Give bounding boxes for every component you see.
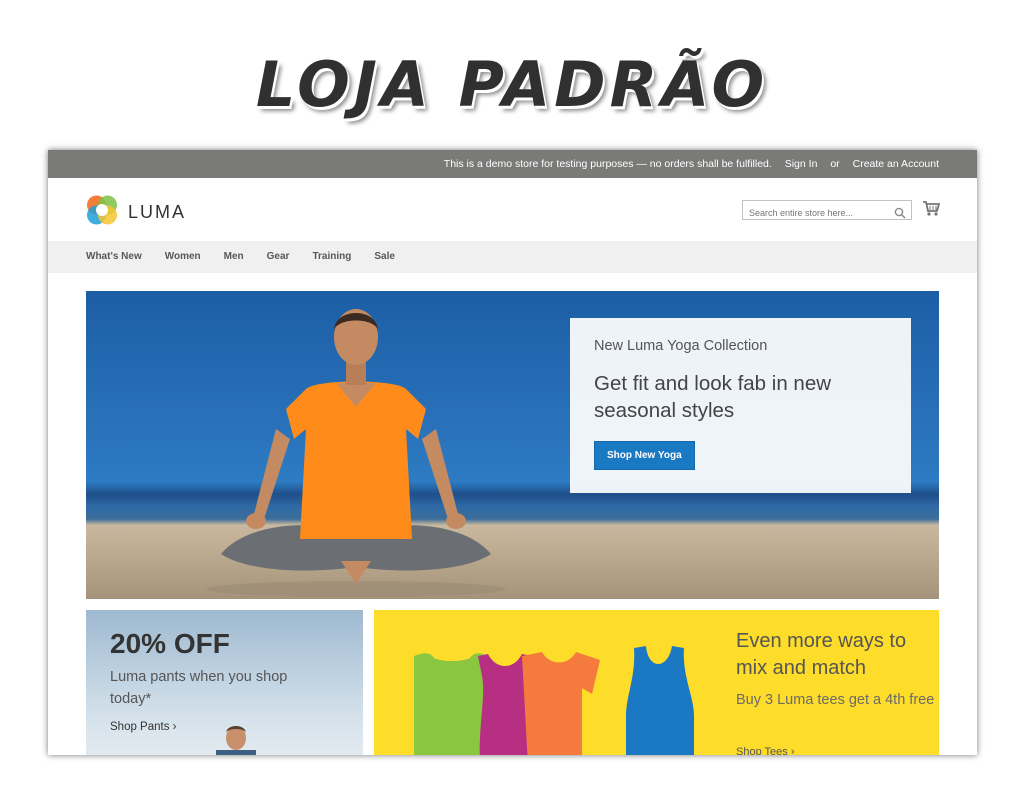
nav-item-gear[interactable]: Gear (267, 241, 290, 273)
promo-discount-headline: 20% OFF (110, 628, 230, 659)
shop-tees-link[interactable]: Shop Tees › (736, 746, 795, 755)
page-title: LOJA PADRÃO (255, 48, 769, 121)
promo-pants-text: Luma pants when you shop today* (110, 669, 288, 707)
search-input[interactable] (743, 204, 889, 222)
main-navigation: What's New Women Men Gear Training Sale (48, 241, 977, 273)
demo-notice-text: This is a demo store for testing purpose… (443, 158, 772, 170)
nav-item-sale[interactable]: Sale (374, 241, 395, 273)
hero-content-box: New Luma Yoga Collection Get fit and loo… (570, 318, 911, 493)
sign-in-link[interactable]: Sign In (785, 158, 818, 170)
nav-item-men[interactable]: Men (224, 241, 244, 273)
hero-headline: Get fit and look fab in new seasonal sty… (594, 372, 832, 422)
shop-new-yoga-button[interactable]: Shop New Yoga (594, 441, 695, 470)
create-account-link[interactable]: Create an Account (853, 158, 939, 170)
nav-item-whats-new[interactable]: What's New (86, 241, 142, 273)
promo-tees-text: Buy 3 Luma tees get a 4th free (736, 692, 935, 708)
promo-person-image (216, 726, 256, 755)
or-text: or (830, 158, 840, 170)
store-logo[interactable]: LUMA (86, 194, 186, 230)
hero-yoga-image (206, 309, 506, 597)
pants-promo-banner[interactable]: 20% OFF Luma pants when you shop today* … (86, 610, 363, 755)
shop-pants-link[interactable]: Shop Pants › (110, 721, 176, 733)
store-screenshot: This is a demo store for testing purpose… (48, 150, 977, 755)
demo-notice-bar: This is a demo store for testing purpose… (48, 150, 977, 178)
nav-item-training[interactable]: Training (312, 241, 351, 273)
store-header: LUMA (48, 178, 977, 241)
search-box (742, 200, 912, 223)
logo-text: LUMA (128, 201, 187, 222)
tees-promo-banner[interactable]: Even more ways to mix and match Buy 3 Lu… (374, 610, 939, 755)
hero-banner[interactable]: New Luma Yoga Collection Get fit and loo… (86, 291, 939, 599)
promo-tees-headline: Even more ways to mix and match (736, 630, 907, 679)
search-icon[interactable] (894, 204, 906, 223)
nav-item-women[interactable]: Women (165, 241, 201, 273)
promo-shirts-image (414, 646, 694, 755)
luma-logo-icon (86, 194, 118, 230)
hero-subtitle: New Luma Yoga Collection (594, 338, 768, 354)
cart-icon[interactable] (922, 200, 941, 221)
